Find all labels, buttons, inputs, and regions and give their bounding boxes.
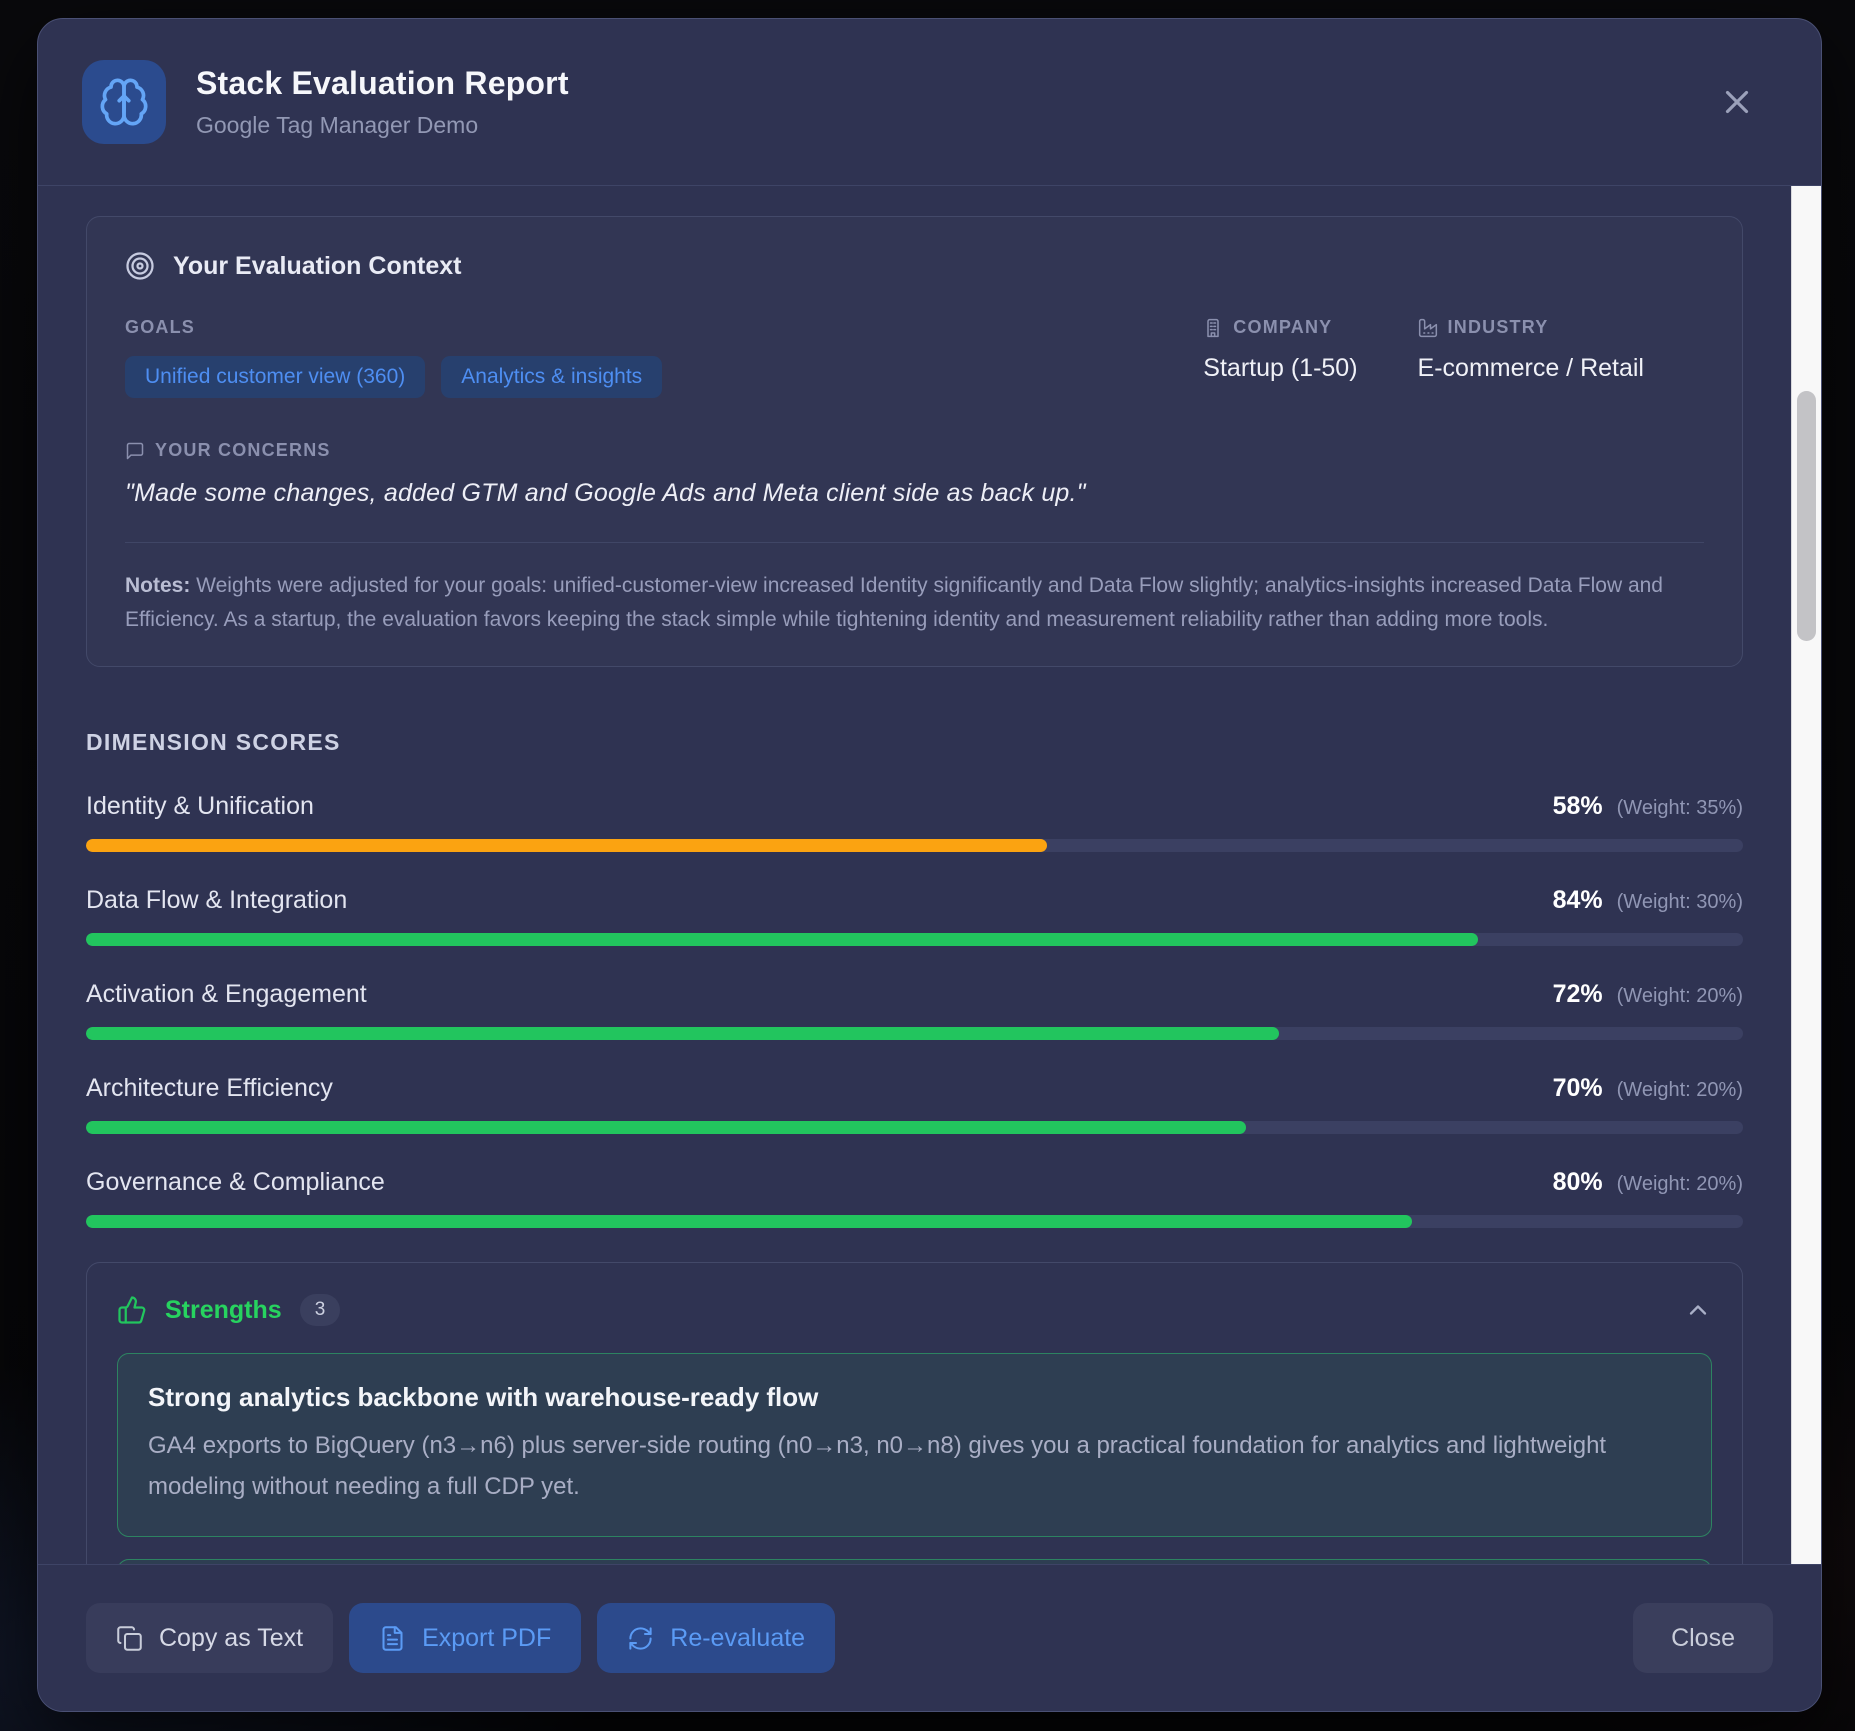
score-bar-fill [86,1121,1246,1135]
strength-card: Strong analytics backbone with warehouse… [117,1353,1712,1537]
evaluation-context-card: Your Evaluation Context GOALS Unified cu… [86,216,1743,668]
industry-block: INDUSTRY E-commerce / Retail [1418,317,1644,398]
copy-icon [117,1625,142,1651]
dimension-weight: (Weight: 20%) [1616,1173,1743,1196]
score-bar-fill [86,1215,1412,1229]
dimension-weight: (Weight: 35%) [1616,797,1743,820]
brain-icon [82,60,166,144]
dimension-rows: Identity & Unification 58% (Weight: 35%)… [86,792,1743,1229]
concerns-label: YOUR CONCERNS [125,440,1704,461]
score-bar-track [86,839,1743,853]
factory-icon [1418,318,1437,337]
close-icon[interactable] [1713,78,1761,126]
dimension-row: Activation & Engagement 72% (Weight: 20%… [86,980,1743,1041]
dimension-score: 58% [1552,792,1603,821]
thumbs-up-icon [118,1296,146,1324]
page-subtitle: Google Tag Manager Demo [196,112,479,138]
notes-body: Weights were adjusted for your goals: un… [125,574,1663,631]
context-title: Your Evaluation Context [173,251,462,280]
building-icon [1207,318,1220,337]
dimension-label: Activation & Engagement [86,980,367,1009]
dimension-row: Data Flow & Integration 84% (Weight: 30%… [86,886,1743,947]
copy-as-text-label: Copy as Text [159,1623,304,1652]
stack-evaluation-modal: Stack Evaluation Report Google Tag Manag… [37,18,1822,1712]
dimension-row: Governance & Compliance 80% (Weight: 20%… [86,1168,1743,1229]
score-bar-fill [86,839,1048,853]
dimension-row: Identity & Unification 58% (Weight: 35%) [86,792,1743,853]
dimension-weight: (Weight: 20%) [1616,985,1743,1008]
company-value: Startup (1-50) [1203,354,1358,382]
modal-header: Stack Evaluation Report Google Tag Manag… [38,19,1821,186]
dimension-scores-heading: DIMENSION SCORES [86,729,341,756]
divider [125,542,1704,543]
file-text-icon [382,1625,403,1651]
close-label: Close [1671,1623,1735,1652]
goals-block: GOALS Unified customer view (360) Analyt… [125,317,1203,398]
goal-pill: Analytics & insights [441,356,663,398]
close-button[interactable]: Close [1633,1603,1773,1673]
strengths-title: Strengths [165,1295,282,1324]
dimension-row: Architecture Efficiency 70% (Weight: 20%… [86,1074,1743,1135]
dimension-score: 72% [1552,980,1603,1009]
copy-as-text-button[interactable]: Copy as Text [86,1603,334,1673]
re-evaluate-button[interactable]: Re-evaluate [597,1603,836,1673]
page-title: Stack Evaluation Report [196,65,569,101]
score-bar-fill [86,933,1478,947]
dimension-label: Identity & Unification [86,792,314,821]
dimension-label: Architecture Efficiency [86,1074,333,1103]
company-label: COMPANY [1203,317,1357,338]
concerns-quote: "Made some changes, added GTM and Google… [125,479,1086,507]
strength-title: Strong analytics backbone with warehouse… [148,1382,819,1413]
strength-card-partial [117,1558,1712,1564]
score-bar-fill [86,1027,1280,1041]
dimension-label: Governance & Compliance [86,1168,385,1197]
dimension-weight: (Weight: 30%) [1616,891,1743,914]
re-evaluate-label: Re-evaluate [670,1623,806,1652]
target-icon [126,252,154,280]
chevron-up-icon[interactable] [1684,1296,1712,1324]
refresh-icon [629,1626,652,1650]
strengths-count-badge: 3 [299,1294,341,1327]
dimension-label: Data Flow & Integration [86,886,348,915]
context-notes: Notes: Weights were adjusted for your go… [125,569,1704,636]
message-square-icon [126,442,144,459]
export-pdf-label: Export PDF [422,1623,552,1652]
industry-label: INDUSTRY [1418,317,1644,338]
notes-label: Notes: [125,574,191,597]
score-bar-track [86,1215,1743,1229]
strengths-section: Strengths 3 Strong analytics backbone wi… [86,1262,1743,1564]
modal-footer: Copy as Text Export PDF Re-evaluate Clos… [38,1564,1821,1711]
dimension-weight: (Weight: 20%) [1616,1079,1743,1102]
score-bar-track [86,1121,1743,1135]
scrollbar-thumb[interactable] [1797,391,1816,641]
report-body: Your Evaluation Context GOALS Unified cu… [38,186,1821,1564]
industry-value: E-commerce / Retail [1417,354,1644,382]
dimension-score: 84% [1552,886,1603,915]
dimension-score: 80% [1552,1168,1603,1197]
header-titles: Stack Evaluation Report Google Tag Manag… [196,65,1713,139]
dimension-score: 70% [1552,1074,1603,1103]
scrollbar-track [1791,186,1821,1564]
score-bar-track [86,933,1743,947]
strength-body: GA4 exports to BigQuery (n3→n6) plus ser… [148,1432,1607,1501]
score-bar-track [86,1027,1743,1041]
company-block: COMPANY Startup (1-50) [1203,317,1357,398]
export-pdf-button[interactable]: Export PDF [349,1603,582,1673]
goal-pill: Unified customer view (360) [125,356,426,398]
goals-label: GOALS [125,317,196,337]
